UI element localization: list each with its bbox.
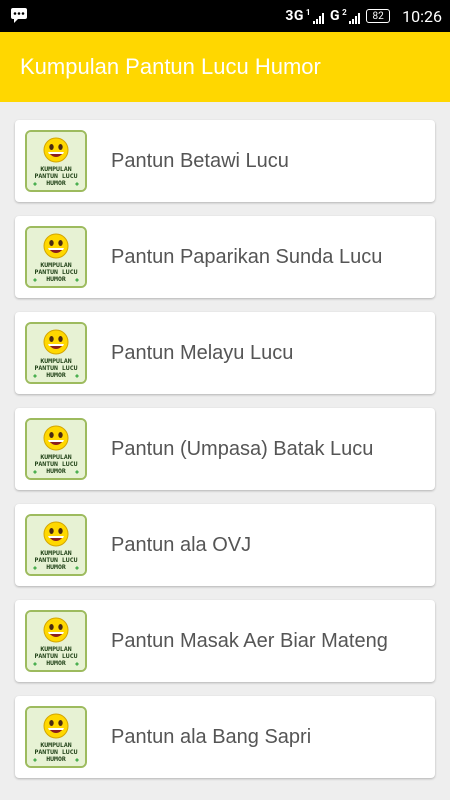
list-item[interactable]: KUMPULAN PANTUN LUCU HUMOR Pantun Betawi Lu…	[15, 120, 435, 202]
pantun-app-icon: KUMPULAN PANTUN LUCU HUMOR	[25, 610, 87, 672]
clock: 10:26	[402, 6, 442, 26]
list-item[interactable]: KUMPULAN PANTUN LUCU HUMOR Pantun ala OVJ	[15, 504, 435, 586]
list-item-label: Pantun ala OVJ	[111, 534, 252, 556]
list-item[interactable]: KUMPULAN PANTUN LUCU HUMOR Pantun (Umpasa) …	[15, 408, 435, 490]
pantun-app-icon: KUMPULAN PANTUN LUCU HUMOR	[25, 322, 87, 384]
category-list: KUMPULAN PANTUN LUCU HUMOR Pantun Betawi Lu…	[0, 102, 450, 800]
icon-text: HUMOR	[46, 275, 66, 283]
list-item[interactable]: KUMPULAN PANTUN LUCU HUMOR Pantun Masak Aer…	[15, 600, 435, 682]
pantun-app-icon: KUMPULAN PANTUN LUCU HUMOR	[25, 706, 87, 768]
app-bar: Kumpulan Pantun Lucu Humor	[0, 32, 450, 102]
signal-bars-icon	[349, 12, 361, 24]
icon-text: HUMOR	[46, 563, 66, 571]
icon-text: HUMOR	[46, 659, 66, 667]
app-title: Kumpulan Pantun Lucu Humor	[20, 54, 321, 79]
icon-text: HUMOR	[46, 179, 66, 187]
signal-bars-icon	[313, 12, 325, 24]
pantun-app-icon: KUMPULAN PANTUN LUCU HUMOR	[25, 418, 87, 480]
list-item-label: Pantun Paparikan Sunda Lucu	[111, 246, 383, 268]
battery-icon: 82	[366, 9, 391, 23]
list-item-label: Pantun Betawi Lucu	[111, 150, 289, 172]
chat-notification-icon	[10, 7, 28, 27]
list-item-label: Pantun Melayu Lucu	[111, 342, 294, 364]
status-bar: 3G 1 G 2 82 10:26	[0, 0, 450, 32]
icon-text: HUMOR	[46, 371, 66, 379]
network-3g-indicator: 3G 1	[285, 8, 325, 24]
network-g-indicator: G 2	[330, 8, 361, 24]
icon-text: HUMOR	[46, 755, 66, 763]
list-item[interactable]: KUMPULAN PANTUN LUCU HUMOR Pantun Paparikan…	[15, 216, 435, 298]
list-item[interactable]: KUMPULAN PANTUN LUCU HUMOR Pantun ala Bang …	[15, 696, 435, 778]
pantun-app-icon: KUMPULAN PANTUN LUCU HUMOR	[25, 226, 87, 288]
pantun-app-icon: KUMPULAN PANTUN LUCU HUMOR	[25, 514, 87, 576]
list-item-label: Pantun (Umpasa) Batak Lucu	[111, 438, 374, 460]
pantun-app-icon: KUMPULAN PANTUN LUCU HUMOR	[25, 130, 87, 192]
icon-text: HUMOR	[46, 467, 66, 475]
list-item-label: Pantun Masak Aer Biar Mateng	[111, 630, 388, 652]
list-item-label: Pantun ala Bang Sapri	[111, 726, 312, 748]
list-item[interactable]: KUMPULAN PANTUN LUCU HUMOR Pantun Melayu Lu…	[15, 312, 435, 394]
